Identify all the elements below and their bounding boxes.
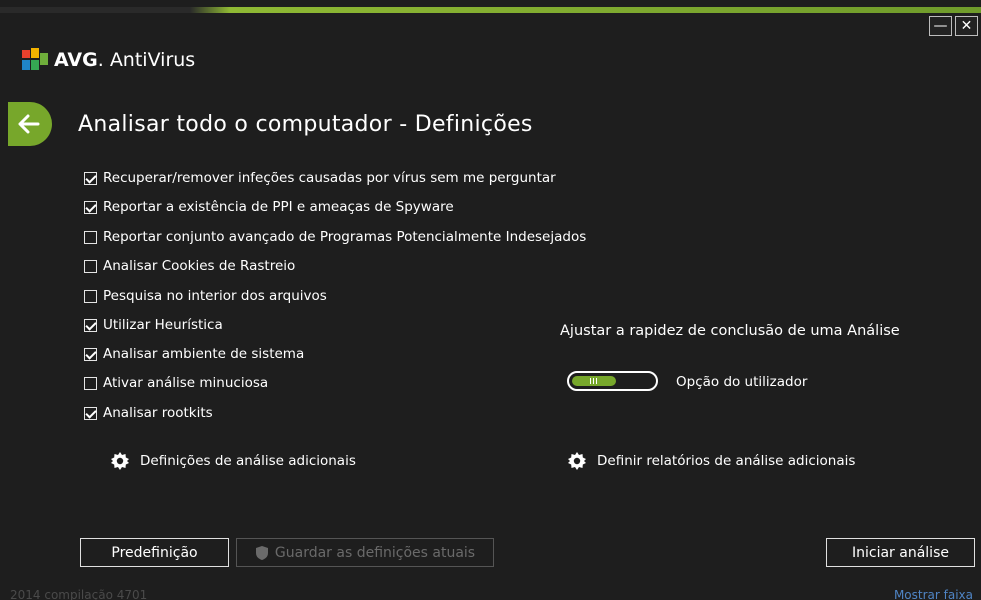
option-label: Reportar conjunto avançado de Programas … <box>103 229 587 245</box>
slider-grip[interactable] <box>590 378 591 384</box>
checkbox[interactable] <box>84 200 97 214</box>
accent-stripe <box>0 7 981 13</box>
option-label: Analisar rootkits <box>103 405 213 421</box>
checkbox[interactable] <box>84 171 97 185</box>
option-scan-tracking-cookies[interactable]: Analisar Cookies de Rastreio <box>84 258 295 274</box>
speed-slider[interactable] <box>567 371 658 391</box>
checkbox[interactable] <box>84 318 97 332</box>
minimize-button[interactable]: — <box>929 16 952 36</box>
checkbox[interactable] <box>84 259 97 273</box>
defaults-button[interactable]: Predefinição <box>80 538 229 567</box>
option-report-advanced-pup[interactable]: Reportar conjunto avançado de Programas … <box>84 229 586 245</box>
option-scan-archives[interactable]: Pesquisa no interior dos arquivos <box>84 288 327 304</box>
speed-value-label: Opção do utilizador <box>676 374 808 390</box>
app-title: AVG. AntiVirus <box>54 49 196 71</box>
close-button[interactable]: ✕ <box>955 16 978 36</box>
avg-logo-icon <box>22 48 48 70</box>
build-info: 2014 compilação 4701 <box>10 588 148 600</box>
option-heuristics[interactable]: Utilizar Heurística <box>84 317 223 333</box>
option-report-pup-spyware[interactable]: Reportar a existência de PPI e ameaças d… <box>84 199 454 215</box>
slider-fill <box>572 376 616 386</box>
checkbox[interactable] <box>84 376 97 390</box>
option-thorough-scan[interactable]: Ativar análise minuciosa <box>84 375 268 391</box>
option-label: Pesquisa no interior dos arquivos <box>103 288 327 304</box>
additional-reports-link[interactable]: Definir relatórios de análise adicionais <box>567 451 855 471</box>
save-button-label: Guardar as definições atuais <box>274 544 476 561</box>
avg-window: — ✕ AVG. AntiVirus Analisar todo o compu… <box>0 0 981 600</box>
option-repair-infections[interactable]: Recuperar/remover infeções causadas por … <box>84 170 556 186</box>
shield-icon <box>255 545 268 560</box>
page-title: Analisar todo o computador - Definições <box>78 112 533 137</box>
checkbox[interactable] <box>84 406 97 420</box>
link-label: Definir relatórios de análise adicionais <box>597 453 856 469</box>
title-bar <box>0 0 981 14</box>
option-system-environment[interactable]: Analisar ambiente de sistema <box>84 346 304 362</box>
brand-name: AVG <box>54 49 98 71</box>
option-label: Ativar análise minuciosa <box>103 375 269 391</box>
arrow-left-icon <box>18 114 40 134</box>
save-settings-button[interactable]: Guardar as definições atuais <box>236 538 494 567</box>
option-rootkits[interactable]: Analisar rootkits <box>84 405 213 421</box>
option-label: Analisar ambiente de sistema <box>103 346 305 362</box>
speed-title: Ajustar a rapidez de conclusão de uma An… <box>560 323 900 339</box>
back-button[interactable] <box>8 102 52 146</box>
start-scan-button[interactable]: Iniciar análise <box>826 538 975 567</box>
show-bar-link[interactable]: Mostrar faixa <box>894 588 973 600</box>
gear-icon <box>568 452 586 470</box>
option-label: Recuperar/remover infeções causadas por … <box>103 170 556 186</box>
gear-icon <box>111 452 129 470</box>
checkbox[interactable] <box>84 347 97 361</box>
option-label: Utilizar Heurística <box>103 317 223 333</box>
option-label: Analisar Cookies de Rastreio <box>103 258 296 274</box>
checkbox[interactable] <box>84 289 97 303</box>
product-name: AntiVirus <box>109 49 196 71</box>
option-label: Reportar a existência de PPI e ameaças d… <box>103 199 454 215</box>
app-logo: AVG. AntiVirus <box>22 48 195 72</box>
checkbox[interactable] <box>84 230 97 244</box>
link-label: Definições de análise adicionais <box>140 453 356 469</box>
additional-settings-link[interactable]: Definições de análise adicionais <box>110 451 356 471</box>
